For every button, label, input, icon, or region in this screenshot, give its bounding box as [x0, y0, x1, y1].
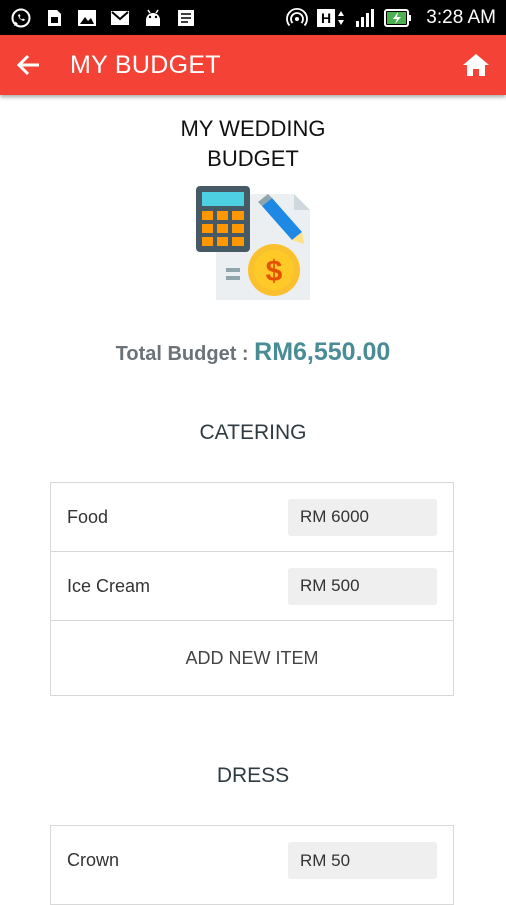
- list-item: Food RM 6000: [51, 483, 453, 552]
- sim-card-icon: [43, 7, 65, 29]
- list-item: Crown RM 50: [51, 826, 453, 895]
- page-title-line2: BUDGET: [207, 146, 299, 171]
- clock: 3:28 AM: [426, 6, 496, 28]
- app-bar: MY BUDGET: [0, 35, 506, 95]
- amount-input[interactable]: RM 50: [288, 842, 437, 879]
- total-budget: Total Budget : RM6,550.00: [0, 338, 506, 367]
- section-title-dress: DRESS: [216, 764, 290, 787]
- calculator-icon: [196, 186, 250, 252]
- list-item: Ice Cream RM 500: [51, 552, 453, 621]
- notes-icon: [175, 7, 197, 29]
- back-button[interactable]: [16, 47, 52, 83]
- amount-input[interactable]: RM 500: [288, 567, 437, 605]
- arrow-left-icon: [16, 54, 39, 76]
- signal-icon: [354, 7, 376, 29]
- battery-charging-icon: [384, 7, 412, 29]
- catering-card: Food RM 6000 Ice Cream RM 500 ADD NEW IT…: [50, 482, 454, 696]
- home-icon: [463, 54, 489, 76]
- item-label: Ice Cream: [67, 575, 151, 596]
- page-title: MY WEDDING BUDGET: [0, 114, 506, 174]
- dollar-coin-icon: $: [248, 244, 300, 296]
- whatsapp-icon: [10, 7, 32, 29]
- total-budget-value: RM6,550.00: [254, 338, 391, 366]
- dress-card: Crown RM 50: [50, 825, 454, 905]
- add-new-item-button[interactable]: ADD NEW ITEM: [51, 621, 453, 695]
- network-h-icon: H: [316, 7, 346, 29]
- status-bar: H 3:28 AM: [0, 0, 506, 35]
- hotspot-icon: [286, 7, 309, 29]
- home-button[interactable]: [454, 47, 490, 83]
- svg-text:$: $: [266, 255, 283, 288]
- section-title-catering: CATERING: [199, 421, 307, 444]
- item-label: Food: [67, 506, 109, 527]
- page-title-line1: MY WEDDING: [180, 116, 326, 141]
- image-icon: [76, 7, 98, 29]
- system-icons: H 3:28 AM: [286, 7, 496, 29]
- android-icon: [142, 7, 164, 29]
- gmail-icon: [109, 7, 131, 29]
- total-budget-label: Total Budget :: [115, 343, 255, 365]
- notification-icons: [10, 7, 197, 29]
- network-type-label: H: [321, 10, 331, 26]
- app-bar-title: MY BUDGET: [70, 50, 221, 79]
- amount-input[interactable]: RM 6000: [288, 498, 437, 536]
- equals-sign: [226, 268, 240, 272]
- budget-illustration: $: [190, 184, 316, 302]
- item-label: Crown: [67, 850, 120, 870]
